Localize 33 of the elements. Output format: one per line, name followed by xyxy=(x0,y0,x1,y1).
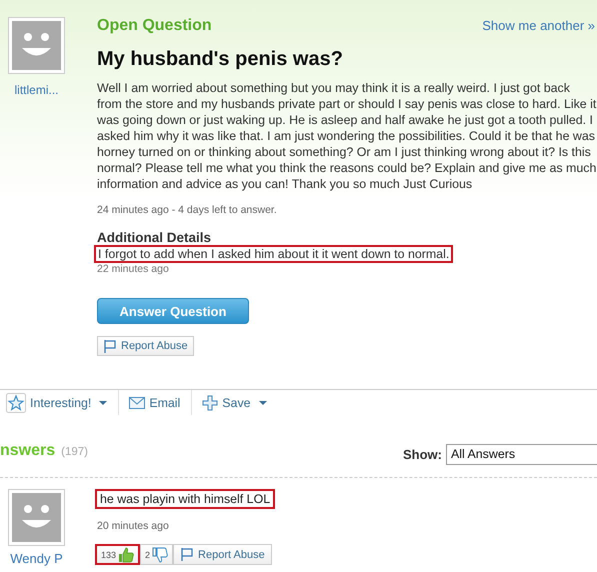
thumbs-up-icon xyxy=(118,546,134,562)
answer-text: he was playin with himself LOL xyxy=(95,489,276,509)
avatar-icon xyxy=(8,489,65,546)
flag-icon xyxy=(180,547,194,562)
answer-count: (197) xyxy=(61,446,88,458)
question-meta: 24 minutes ago - 4 days left to answer. xyxy=(97,204,278,216)
email-button[interactable]: Email xyxy=(129,390,192,415)
envelope-icon xyxy=(129,396,146,408)
thumbs-down-button[interactable]: 2 xyxy=(140,544,174,565)
question-status: Open Question xyxy=(97,17,212,35)
question-title: My husband's penis was? xyxy=(97,48,344,71)
save-button[interactable]: Save xyxy=(202,390,278,415)
user-link[interactable]: littlemi... xyxy=(14,83,58,97)
show-select[interactable]: All Answers xyxy=(446,444,597,465)
plus-icon xyxy=(202,394,218,410)
star-icon xyxy=(6,392,26,412)
avatar-icon xyxy=(8,17,65,74)
details-time: 22 minutes ago xyxy=(97,263,170,275)
report-abuse-button[interactable]: Report Abuse xyxy=(173,544,272,565)
show-another-link[interactable]: Show me another » xyxy=(482,18,595,33)
interesting-button[interactable]: Interesting! xyxy=(6,390,120,415)
answer-time: 20 minutes ago xyxy=(97,520,170,532)
thumbs-down-icon xyxy=(152,546,168,562)
details-heading: Additional Details xyxy=(97,230,212,245)
user-link[interactable]: Wendy P xyxy=(10,551,63,566)
show-label: Show: xyxy=(403,447,442,462)
flag-icon xyxy=(103,338,116,354)
report-abuse-button[interactable]: Report Abuse xyxy=(97,336,194,356)
question-body: Well I am worried about something but you may think it is a really weird. I just got back from the store and my husbands private part or should I say penis was close to hard. Like it was going down or just waking up. He is asleep and half awake he just got a tooth pulled. I asked him why it was like that. I am just wondering the possibilities. Could it be that he was horney turned on or thinking about something? Or am I just thinking wrong about it? Is this normal? Please tell me what you think the reasons could be? Explain and give me as much information and advice as you can! Thank you so much Just Curious xyxy=(97,80,597,192)
answer-question-button[interactable]: Answer Question xyxy=(97,298,249,324)
thumbs-up-button[interactable]: 133 xyxy=(95,544,140,565)
answers-heading: nswers xyxy=(0,442,56,460)
details-text: I forgot to add when I asked him about it it went down to normal. xyxy=(94,245,454,263)
